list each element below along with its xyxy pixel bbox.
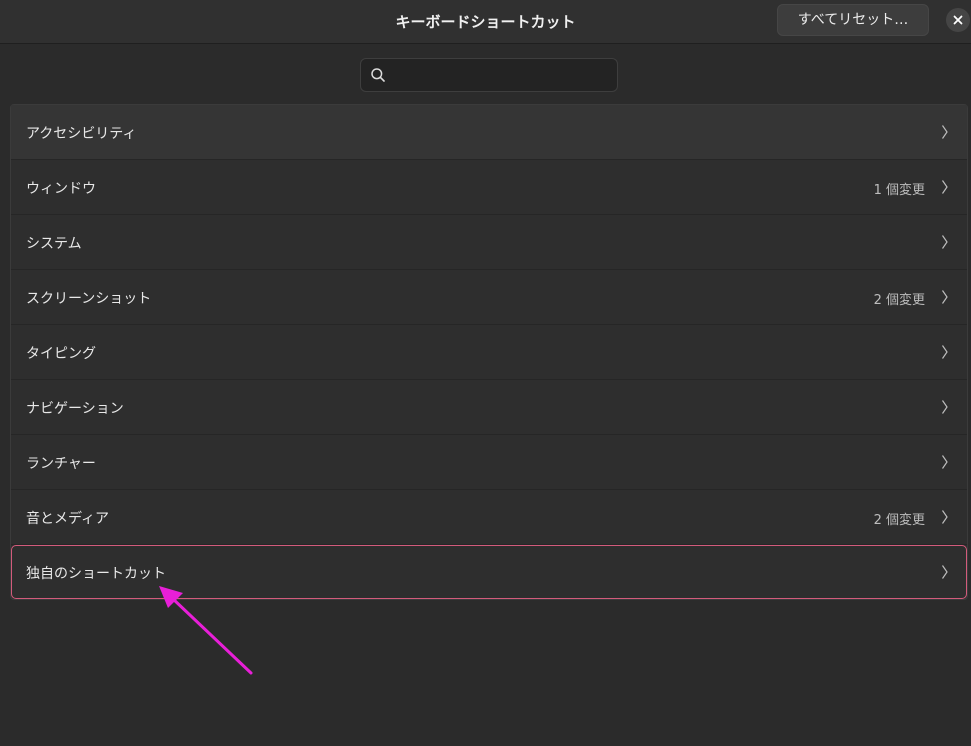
chevron-right-icon <box>942 180 948 194</box>
category-label: システム <box>26 236 82 252</box>
category-row-navigation[interactable]: ナビゲーション <box>11 380 967 435</box>
category-label: ウィンドウ <box>26 181 96 197</box>
category-row-launchers[interactable]: ランチャー <box>11 435 967 490</box>
category-label: 音とメディア <box>26 511 110 527</box>
search-icon <box>371 68 385 82</box>
category-status: 2 個変更 <box>873 513 925 528</box>
header-bar: キーボードショートカット すべてリセット… <box>0 0 971 44</box>
category-label: スクリーンショット <box>26 291 152 307</box>
close-button[interactable] <box>946 8 970 32</box>
category-label: タイピング <box>26 346 96 362</box>
search-box[interactable] <box>360 58 618 92</box>
category-label: ナビゲーション <box>26 401 124 417</box>
chevron-right-icon <box>942 125 948 139</box>
category-row-custom-shortcuts[interactable]: 独自のショートカット <box>11 545 967 600</box>
chevron-right-icon <box>942 455 948 469</box>
category-label: アクセシビリティ <box>26 126 137 142</box>
chevron-right-icon <box>942 565 948 579</box>
chevron-right-icon <box>942 290 948 304</box>
category-row-typing[interactable]: タイピング <box>11 325 967 380</box>
category-status: 1 個変更 <box>873 183 925 198</box>
category-status: 2 個変更 <box>873 293 925 308</box>
chevron-right-icon <box>942 400 948 414</box>
chevron-right-icon <box>942 345 948 359</box>
category-row-sound-media[interactable]: 音とメディア 2 個変更 <box>11 490 967 545</box>
category-row-screenshots[interactable]: スクリーンショット 2 個変更 <box>11 270 967 325</box>
category-label: 独自のショートカット <box>26 566 166 582</box>
category-row-windows[interactable]: ウィンドウ 1 個変更 <box>11 160 967 215</box>
chevron-right-icon <box>942 510 948 524</box>
category-row-accessibility[interactable]: アクセシビリティ <box>11 105 967 160</box>
chevron-right-icon <box>942 235 948 249</box>
shortcut-category-list: アクセシビリティ ウィンドウ 1 個変更 システム スクリーンショット 2 個変… <box>10 104 968 600</box>
category-label: ランチャー <box>26 456 96 472</box>
search-input[interactable] <box>393 63 613 89</box>
reset-all-button[interactable]: すべてリセット… <box>777 4 929 36</box>
keyboard-shortcuts-window: キーボードショートカット すべてリセット… アクセシビリティ ウィンドウ 1 個… <box>0 0 971 746</box>
category-row-system[interactable]: システム <box>11 215 967 270</box>
close-icon <box>953 15 963 25</box>
